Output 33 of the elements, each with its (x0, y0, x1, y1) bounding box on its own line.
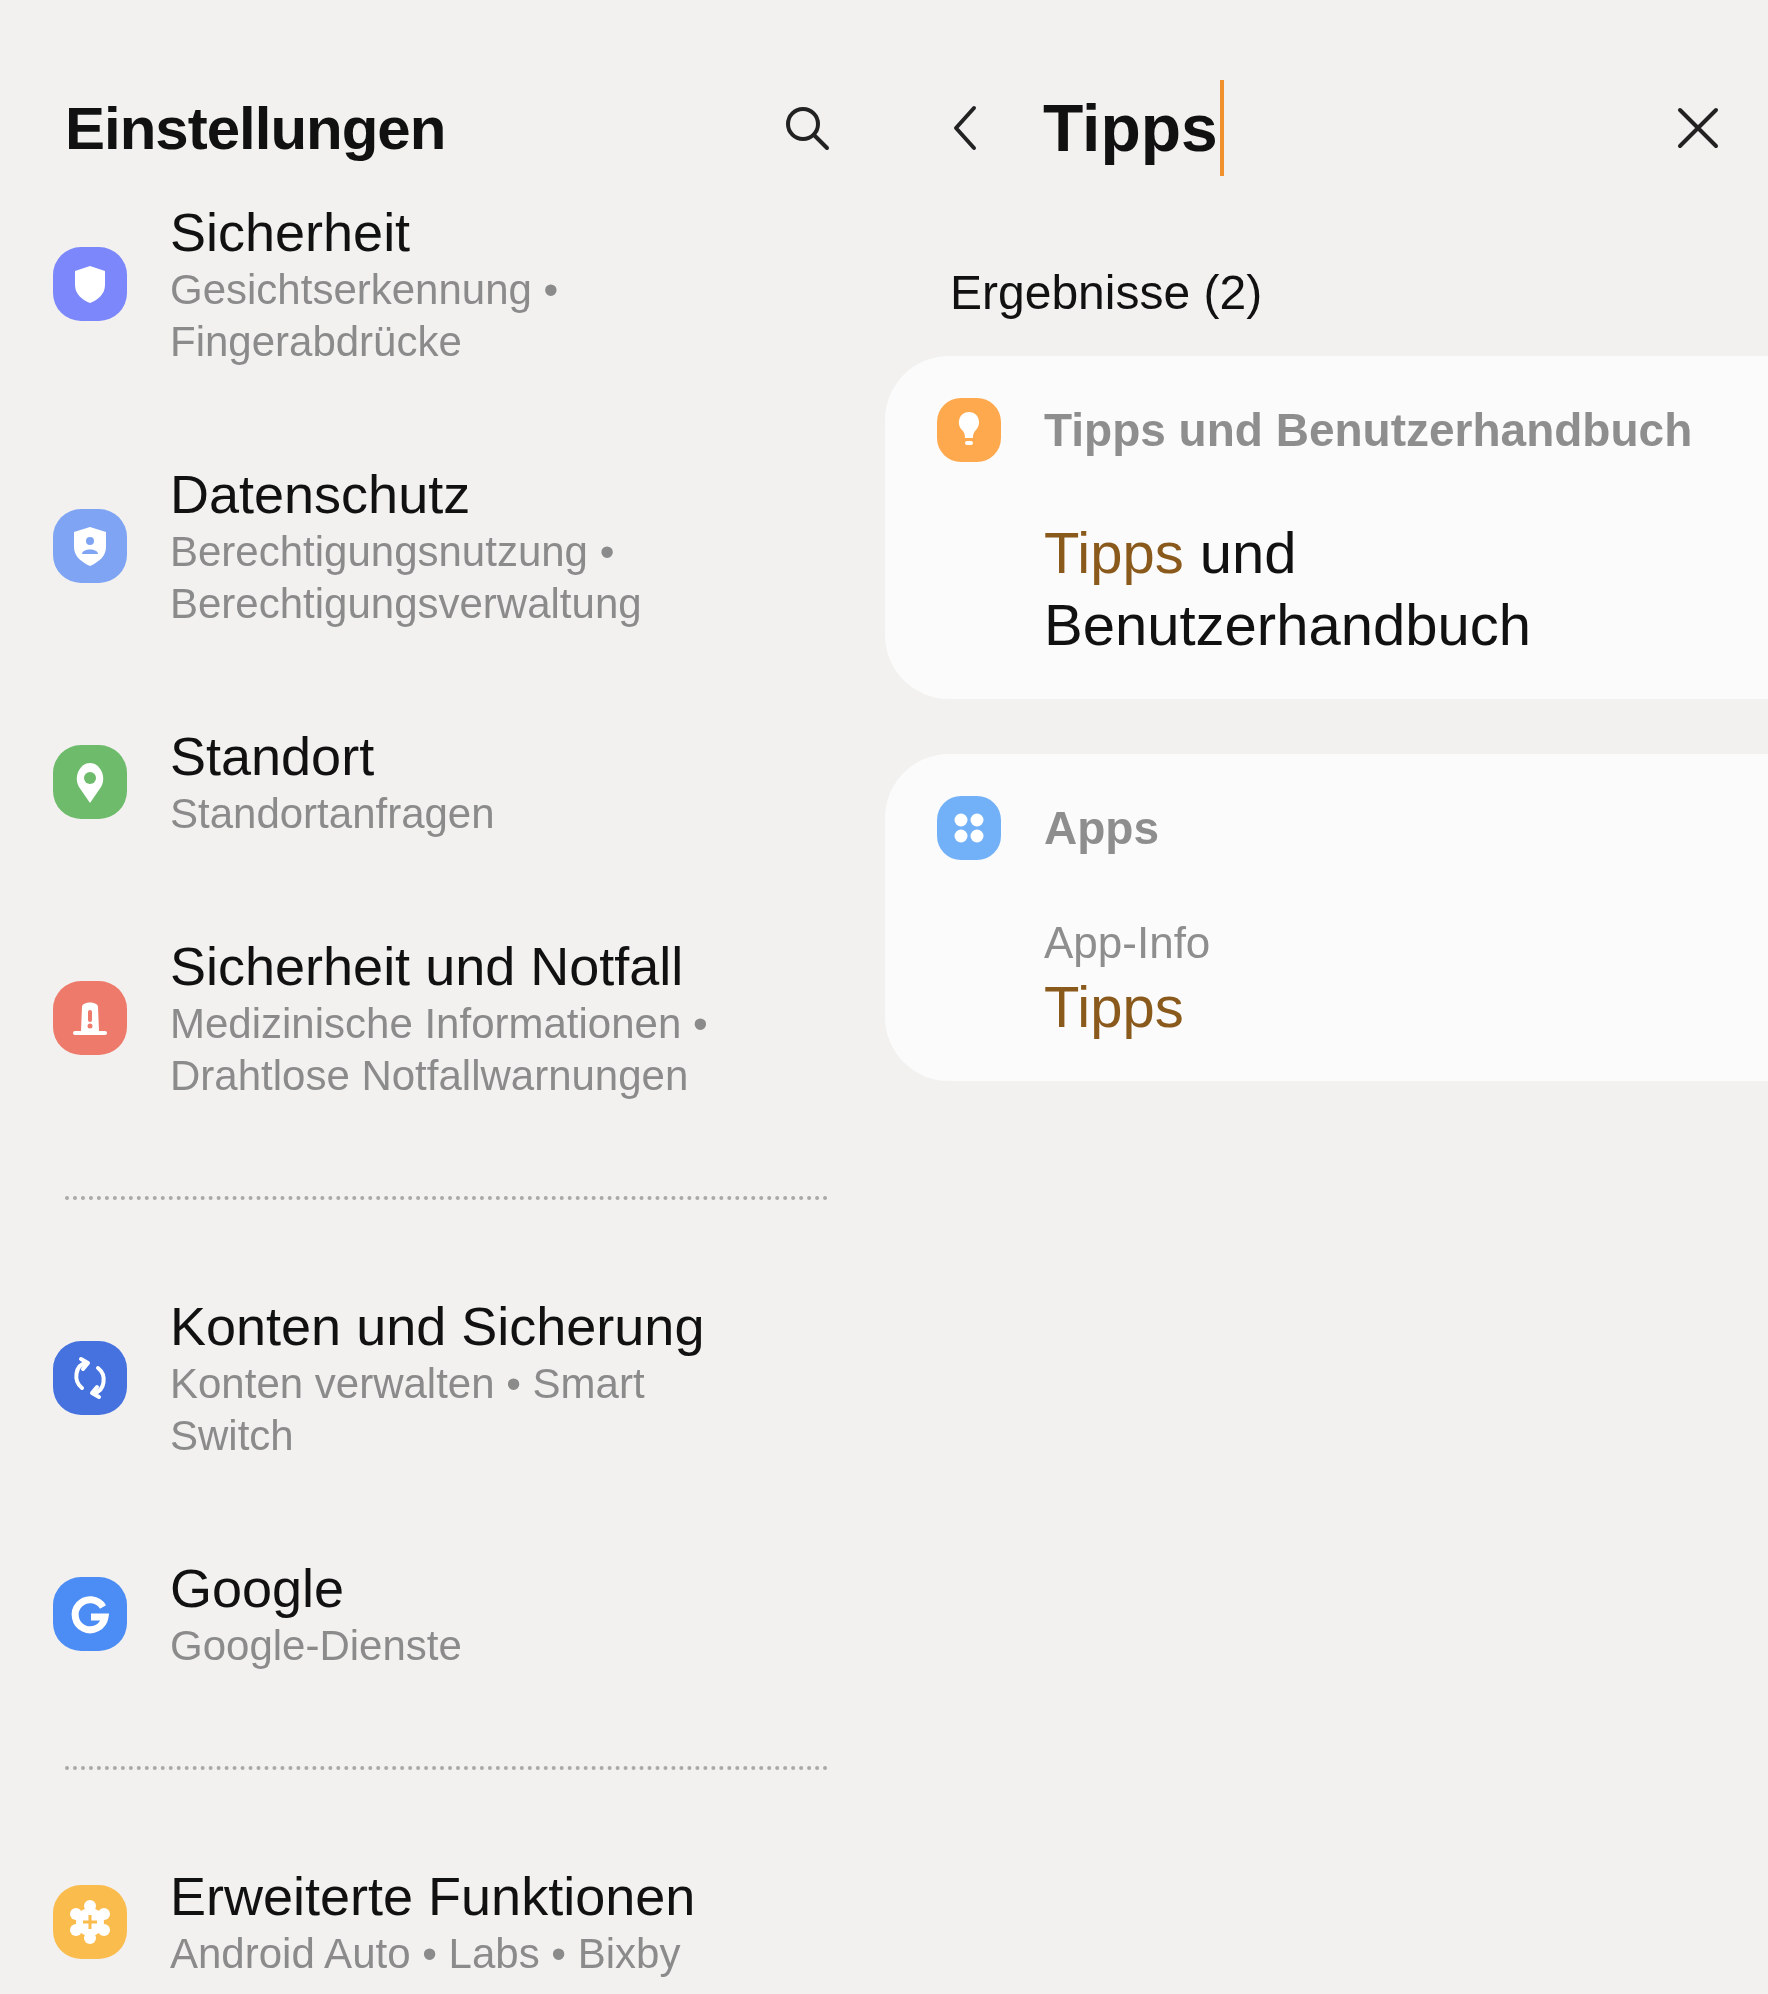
result-category: Apps (1044, 801, 1159, 855)
settings-item[interactable]: Konten und Sicherung Konten verwalten • Smart Switch (0, 1294, 885, 1556)
item-subtitle: Google-Dienste (170, 1621, 463, 1671)
item-title: Standort (170, 725, 376, 788)
item-subtitle: Standortanfragen (170, 789, 496, 839)
item-subtitle: Berechtigungsnutzung • Berechtigungsverwaltung (170, 527, 643, 629)
search-icon[interactable] (783, 104, 831, 152)
settings-item[interactable]: Sicherheit und Notfall Medizinische Informationen • Drahtlose Notfallwarnungen (0, 934, 885, 1196)
results-count: Ergebnisse (2) (950, 265, 1264, 320)
result-category: Tipps und Benutzerhandbuch (1044, 403, 1693, 457)
item-subtitle: Konten verwalten • Smart Switch (170, 1359, 646, 1461)
result-title: Tipps und Benutzerhandbuch (1044, 519, 1532, 659)
close-icon[interactable] (1676, 106, 1720, 150)
page-title: Einstellungen (65, 93, 446, 163)
search-field[interactable]: Tipps (1043, 80, 1676, 176)
result-path: App-Info (1044, 917, 1212, 969)
result-title: Tipps (1044, 973, 1185, 1041)
result-card[interactable]: Apps App-Info Tipps (885, 754, 1768, 1081)
item-title: Google (170, 1557, 346, 1620)
settings-item[interactable]: Erweiterte Funktionen Android Auto • Labs • Bixby (0, 1864, 885, 1994)
settings-item[interactable]: Standort Standortanfragen (0, 724, 885, 934)
item-title: Sicherheit (170, 201, 412, 264)
item-title: Datenschutz (170, 463, 472, 526)
item-subtitle: Android Auto • Labs • Bixby (170, 1929, 682, 1979)
item-title: Sicherheit und Notfall (170, 935, 685, 998)
result-card[interactable]: Tipps und Benutzerhandbuch Tipps und Benutzerhandbuch (885, 356, 1768, 699)
item-title: Konten und Sicherung (170, 1295, 706, 1358)
settings-item[interactable]: Sicherheit Gesichtserkennung • Fingerabdrücke (0, 200, 885, 462)
item-subtitle: Medizinische Informationen • Drahtlose Notfallwarnungen (170, 999, 709, 1101)
settings-item[interactable]: Google Google-Dienste (0, 1556, 885, 1766)
item-subtitle: Gesichtserkennung • Fingerabdrücke (170, 265, 560, 367)
item-title: Erweiterte Funktionen (170, 1865, 697, 1928)
settings-item[interactable]: Datenschutz Berechtigungsnutzung • Berechtigungsverwaltung (0, 462, 885, 724)
